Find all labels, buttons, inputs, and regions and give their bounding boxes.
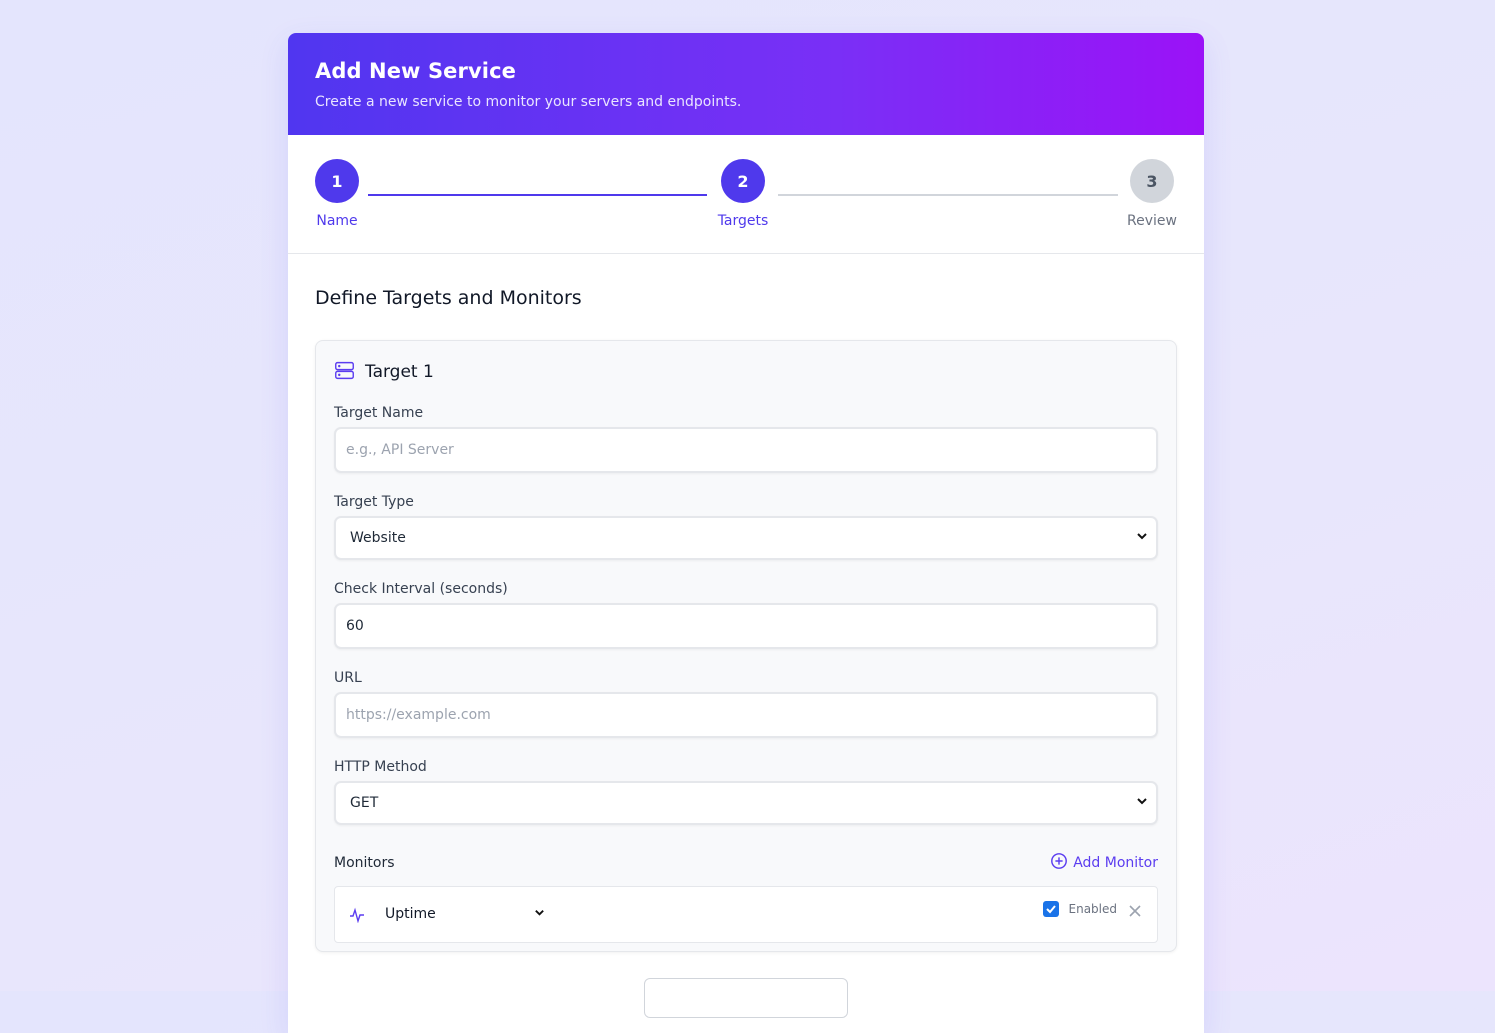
step-connector-1 xyxy=(368,194,707,196)
add-monitor-label: Add Monitor xyxy=(1073,855,1158,871)
target-name-group: Target Name e.g., API Server xyxy=(334,404,1158,473)
header-banner: Add New Service Create a new service to … xyxy=(288,33,1204,135)
step-1-circle[interactable]: 1 xyxy=(315,159,359,203)
http-method-value: GET xyxy=(350,795,379,811)
http-method-label: HTTP Method xyxy=(334,759,427,775)
add-target-button[interactable] xyxy=(644,978,848,1018)
interval-group: Check Interval (seconds) 60 xyxy=(334,580,1158,649)
page-title: Add New Service xyxy=(315,59,516,83)
target-name-label: Target Name xyxy=(334,405,424,421)
pulse-icon xyxy=(349,907,365,927)
target-type-label: Target Type xyxy=(334,494,414,510)
monitor-enabled-toggle[interactable]: Enabled xyxy=(1042,901,1118,917)
target-card: Target 1 Target Name e.g., API Server Ta… xyxy=(315,340,1177,952)
target-type-value: Website xyxy=(350,530,406,546)
interval-input[interactable]: 60 xyxy=(334,603,1158,649)
page-subtitle: Create a new service to monitor your ser… xyxy=(315,94,742,110)
monitor-type-value: Uptime xyxy=(385,906,436,922)
chevron-down-icon xyxy=(1136,795,1148,811)
step-3-circle[interactable]: 3 xyxy=(1130,159,1174,203)
target-type-select[interactable]: Website xyxy=(334,516,1158,560)
step-3-label[interactable]: Review xyxy=(1112,213,1192,229)
stepper: 1 Name 2 Targets 3 Review xyxy=(288,135,1204,254)
enabled-label: Enabled xyxy=(1068,902,1118,916)
url-group: URL https://example.com xyxy=(334,669,1158,738)
server-icon xyxy=(334,360,355,385)
chevron-down-icon xyxy=(534,906,545,922)
step-2-label[interactable]: Targets xyxy=(703,213,783,229)
target-name-input[interactable]: e.g., API Server xyxy=(334,427,1158,473)
plus-circle-icon xyxy=(1050,852,1068,874)
monitor-type-select[interactable]: Uptime xyxy=(385,906,545,922)
add-service-card: Add New Service Create a new service to … xyxy=(288,33,1204,1033)
add-monitor-button[interactable]: Add Monitor xyxy=(1050,852,1158,874)
interval-label: Check Interval (seconds) xyxy=(334,581,508,597)
monitors-header: Monitors Add Monitor xyxy=(334,852,1158,874)
http-method-select[interactable]: GET xyxy=(334,781,1158,825)
checkbox-checked-icon[interactable] xyxy=(1042,901,1059,917)
monitors-label: Monitors xyxy=(334,855,395,871)
step-2-circle[interactable]: 2 xyxy=(721,159,765,203)
chevron-down-icon xyxy=(1136,530,1148,546)
monitor-item: Uptime Enabled xyxy=(334,886,1158,943)
http-method-group: HTTP Method GET xyxy=(334,758,1158,825)
target-title: Target 1 xyxy=(365,362,434,382)
step-connector-2 xyxy=(778,194,1118,196)
section-title: Define Targets and Monitors xyxy=(315,287,582,309)
target-header: Target 1 xyxy=(334,361,1158,383)
main-content: Define Targets and Monitors Target 1 Tar… xyxy=(288,254,1204,952)
remove-monitor-close-icon[interactable] xyxy=(1129,902,1141,921)
target-type-group: Target Type Website xyxy=(334,493,1158,560)
url-input[interactable]: https://example.com xyxy=(334,692,1158,738)
step-1-label[interactable]: Name xyxy=(297,213,377,229)
url-label: URL xyxy=(334,670,362,686)
